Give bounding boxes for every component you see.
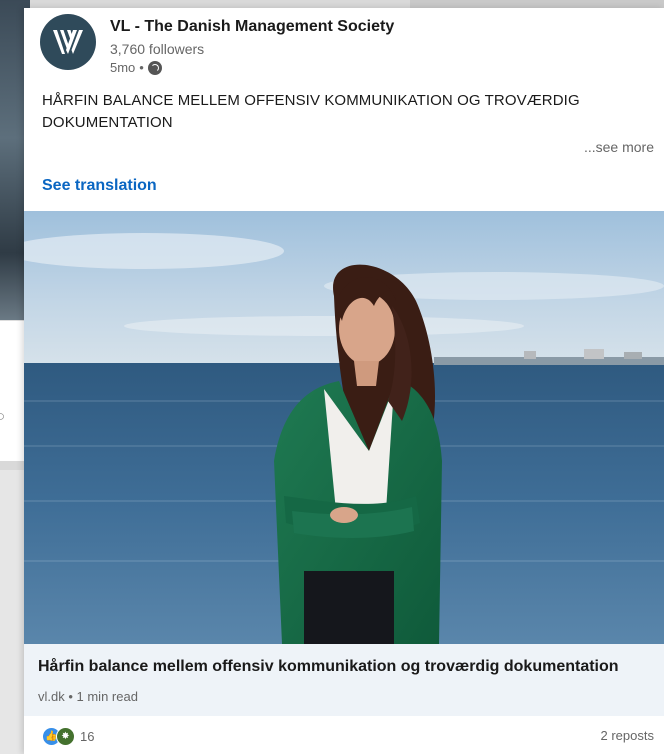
see-translation-button[interactable]: See translation — [42, 177, 157, 195]
link-title[interactable]: Hårfin balance mellem offensiv kommunika… — [38, 658, 619, 676]
article-image[interactable] — [24, 211, 664, 644]
globe-icon — [147, 60, 162, 75]
reposts-count[interactable]: 2 reposts — [601, 728, 654, 743]
follower-count: 3,760 followers — [110, 41, 205, 57]
post-card: VL - The Danish Management Society 3,760… — [24, 8, 664, 754]
reaction-count: 16 — [80, 729, 95, 744]
celebrate-icon: ✸ — [56, 727, 75, 746]
link-preview[interactable]: Hårfin balance mellem offensiv kommunika… — [24, 644, 664, 716]
post-meta: 5mo • — [110, 60, 162, 75]
meta-separator: • — [139, 60, 144, 75]
company-name[interactable]: VL - The Danish Management Society — [110, 18, 394, 36]
company-logo[interactable] — [40, 14, 96, 70]
social-counts: 👍 ✸ 16 2 reposts — [24, 716, 664, 754]
post-header: VL - The Danish Management Society 3,760… — [24, 8, 664, 88]
vl-logo-icon — [53, 30, 83, 54]
see-more-link[interactable]: ...see more — [584, 139, 654, 155]
post-text: HÅRFIN BALANCE MELLEM OFFENSIV KOMMUNIKA… — [42, 92, 580, 131]
post-age: 5mo — [110, 60, 136, 75]
link-source: vl.dk • 1 min read — [38, 689, 138, 704]
reactions-summary[interactable]: 👍 ✸ 16 — [42, 727, 94, 746]
background-partial-icon: ○ — [0, 408, 6, 425]
